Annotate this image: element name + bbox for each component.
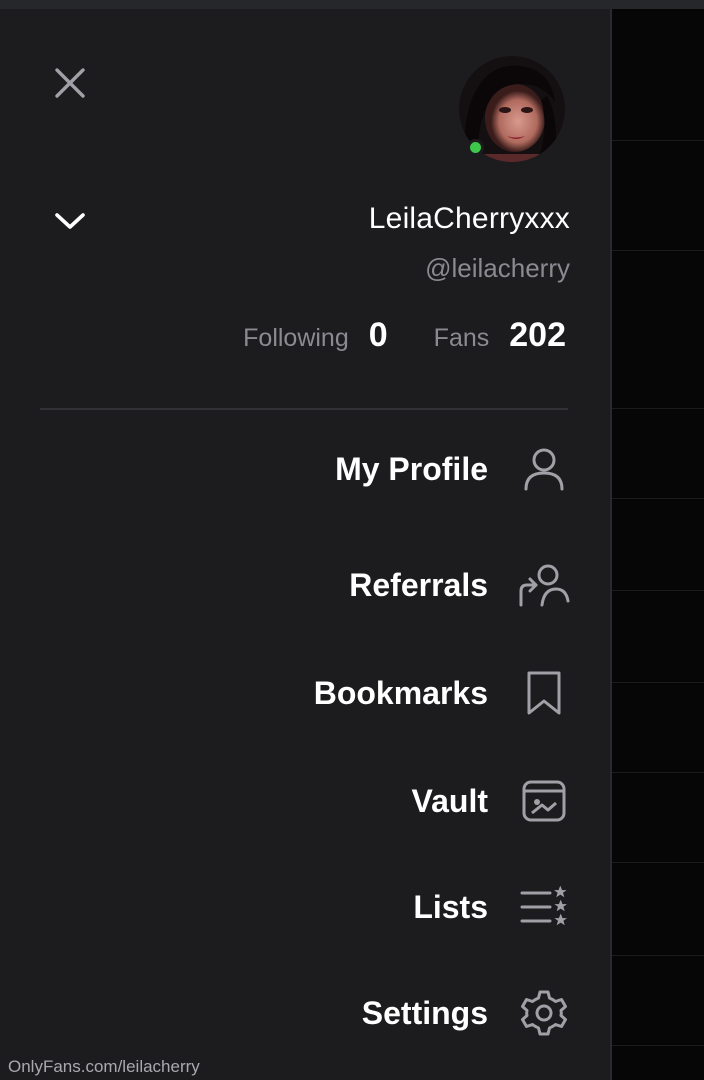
fans-label: Fans — [433, 324, 490, 352]
close-button[interactable] — [50, 63, 90, 103]
following-count: 0 — [368, 316, 388, 354]
background-divider — [612, 498, 704, 499]
side-menu-panel: LeilaCherryxxx @leilacherry Following 0 … — [0, 9, 612, 1080]
menu-item-settings[interactable]: Settings — [40, 973, 570, 1053]
fans-count: 202 — [509, 316, 566, 354]
background-divider — [612, 250, 704, 251]
display-name[interactable]: LeilaCherryxxx — [369, 202, 570, 236]
menu-item-label: Settings — [361, 994, 488, 1031]
menu-item-label: My Profile — [335, 450, 488, 487]
following-stat[interactable]: Following 0 — [243, 316, 388, 355]
menu-item-referrals[interactable]: Referrals — [40, 545, 570, 625]
username-handle[interactable]: @leilacherry — [425, 253, 570, 284]
background-divider — [612, 1045, 704, 1046]
menu-item-label: Referrals — [349, 566, 488, 603]
vault-icon — [518, 775, 570, 827]
following-label: Following — [243, 324, 349, 352]
close-icon — [55, 68, 85, 98]
background-divider — [612, 408, 704, 409]
background-divider — [612, 772, 704, 773]
online-status-indicator — [467, 139, 484, 156]
background-divider — [612, 140, 704, 141]
chevron-down-icon — [55, 213, 85, 229]
gear-icon — [518, 987, 570, 1039]
menu-item-bookmarks[interactable]: Bookmarks — [40, 653, 570, 733]
background-divider — [612, 862, 704, 863]
menu-item-label: Lists — [413, 888, 488, 925]
menu-item-label: Vault — [411, 782, 488, 819]
top-border — [0, 0, 704, 9]
watermark-url: OnlyFans.com/leilacherry — [8, 1057, 200, 1076]
menu-item-vault[interactable]: Vault — [40, 761, 570, 841]
background-divider — [612, 590, 704, 591]
menu-item-lists[interactable]: Lists — [40, 867, 570, 947]
account-switcher-toggle[interactable] — [50, 203, 90, 239]
background-divider — [612, 682, 704, 683]
bookmark-icon — [518, 667, 570, 719]
section-divider — [40, 408, 568, 410]
background-divider — [612, 955, 704, 956]
menu-item-my-profile[interactable]: My Profile — [40, 429, 570, 509]
background-content — [612, 9, 704, 1080]
user-icon — [518, 443, 570, 495]
profile-stats: Following 0 Fans 202 — [243, 316, 566, 355]
fans-stat[interactable]: Fans 202 — [434, 316, 566, 355]
menu-item-label: Bookmarks — [313, 674, 488, 711]
referrals-icon — [518, 559, 570, 611]
lists-icon — [518, 881, 570, 933]
